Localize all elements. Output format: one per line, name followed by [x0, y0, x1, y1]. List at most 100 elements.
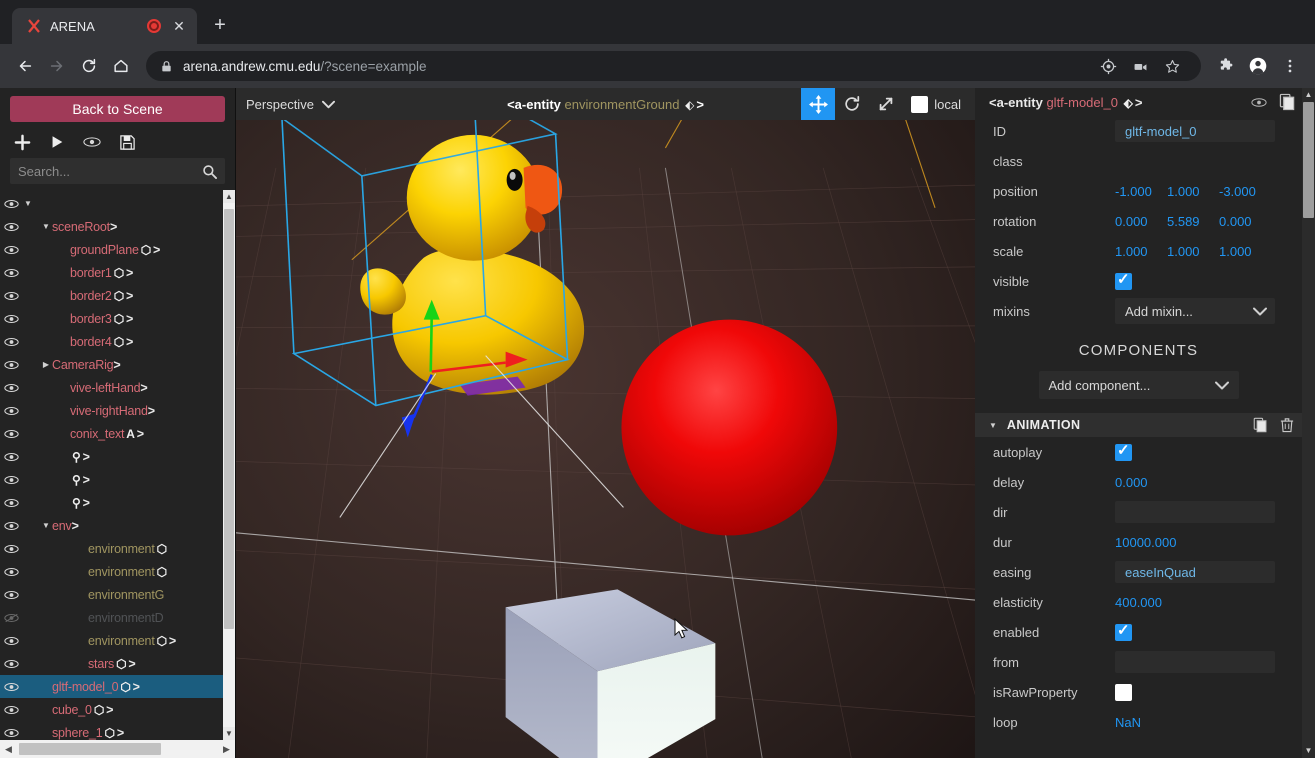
- bookmark-star-icon[interactable]: [1157, 51, 1187, 81]
- visibility-eye-icon[interactable]: [0, 521, 22, 531]
- scroll-up-arrow-icon[interactable]: ▲: [1302, 88, 1315, 102]
- tree-scroll-thumb[interactable]: [224, 209, 234, 629]
- property-vec3-scale[interactable]: 1.000 1.000 1.000: [1115, 244, 1269, 259]
- tree-scroll-track[interactable]: [223, 203, 235, 727]
- tree-item-vive-rightHand[interactable]: vive-rightHand>: [0, 399, 223, 422]
- overflow-menu-icon[interactable]: [1275, 51, 1305, 81]
- visibility-eye-icon[interactable]: [0, 705, 22, 715]
- tree-twisty[interactable]: ▼: [22, 199, 34, 208]
- visibility-eye-icon[interactable]: [0, 268, 22, 278]
- close-icon[interactable]: ✕: [169, 16, 189, 36]
- property-number-delay[interactable]: 0.000: [1115, 475, 1148, 490]
- play-icon[interactable]: [47, 132, 67, 152]
- tree-item-a-light[interactable]: ⚲ >: [0, 468, 223, 491]
- reload-icon[interactable]: [74, 51, 104, 81]
- triangle-down-icon[interactable]: ▼: [989, 421, 997, 430]
- search-row[interactable]: [10, 158, 225, 184]
- tree-item-environment[interactable]: environment ⬡ >: [0, 629, 223, 652]
- property-position-axis-1[interactable]: 1.000: [1167, 184, 1217, 199]
- location-target-icon[interactable]: [1093, 51, 1123, 81]
- property-checkbox-visible[interactable]: [1115, 270, 1132, 290]
- 3d-viewport[interactable]: Perspective <a-entity environmentGround …: [236, 88, 975, 758]
- forward-arrow-icon[interactable]: [42, 51, 72, 81]
- copy-icon[interactable]: [1279, 93, 1296, 111]
- property-checkbox-enabled[interactable]: [1115, 621, 1132, 641]
- tree-item-border1[interactable]: border1 ⬡ >: [0, 261, 223, 284]
- visibility-eye-icon[interactable]: [0, 383, 22, 393]
- gizmo-rotate-button[interactable]: [835, 88, 869, 120]
- copy-icon[interactable]: [1253, 417, 1268, 433]
- tree-item-environment[interactable]: environment ⬡: [0, 560, 223, 583]
- property-checkbox-isRawProperty[interactable]: [1115, 683, 1132, 701]
- browser-tab-arena[interactable]: ARENA ✕: [12, 8, 197, 44]
- property-input-dir[interactable]: [1115, 501, 1275, 523]
- scroll-up-arrow-icon[interactable]: ▲: [223, 190, 235, 203]
- visibility-eye-icon[interactable]: [0, 728, 22, 738]
- tree-item-environmentG[interactable]: environmentG: [0, 583, 223, 606]
- visibility-eye-icon[interactable]: [0, 222, 22, 232]
- 3d-scene-render[interactable]: [236, 88, 975, 758]
- scroll-right-arrow-icon[interactable]: ▶: [218, 744, 235, 755]
- tree-twisty[interactable]: ▼: [40, 222, 52, 231]
- back-arrow-icon[interactable]: [10, 51, 40, 81]
- tree-item-a-entity[interactable]: ▼: [0, 192, 223, 215]
- property-vec3-rotation[interactable]: 0.000 5.589 0.000: [1115, 214, 1269, 229]
- visibility-eye-icon[interactable]: [0, 475, 22, 485]
- visibility-eye-icon[interactable]: [0, 498, 22, 508]
- visibility-eye-icon[interactable]: [0, 590, 22, 600]
- add-component-select[interactable]: Add component...: [1038, 371, 1239, 399]
- tree-item-vive-leftHand[interactable]: vive-leftHand>: [0, 376, 223, 399]
- tree-item-a-light[interactable]: ⚲ >: [0, 491, 223, 514]
- home-icon[interactable]: [106, 51, 136, 81]
- visibility-eye-icon[interactable]: [0, 544, 22, 554]
- new-tab-button[interactable]: +: [205, 11, 235, 41]
- gizmo-translate-button[interactable]: [801, 88, 836, 120]
- tree-item-conix_text[interactable]: conix_text A >: [0, 422, 223, 445]
- tree-hscroll-track[interactable]: [17, 740, 218, 758]
- search-icon[interactable]: [202, 164, 217, 179]
- property-rotation-axis-0[interactable]: 0.000: [1115, 214, 1165, 229]
- scroll-down-arrow-icon[interactable]: ▼: [223, 727, 235, 740]
- eye-icon[interactable]: [1251, 97, 1267, 108]
- inspector-scroll-thumb[interactable]: [1303, 102, 1314, 218]
- tree-item-border2[interactable]: border2 ⬡ >: [0, 284, 223, 307]
- visibility-eye-icon[interactable]: [0, 314, 22, 324]
- tree-item-border3[interactable]: border3 ⬡ >: [0, 307, 223, 330]
- property-position-axis-2[interactable]: -3.000: [1219, 184, 1269, 199]
- visibility-eye-icon[interactable]: [0, 406, 22, 416]
- animation-component-header[interactable]: ▼ ANIMATION: [975, 413, 1302, 437]
- save-icon[interactable]: [117, 132, 137, 152]
- visibility-eye-icon[interactable]: [0, 659, 22, 669]
- property-input-from[interactable]: [1115, 651, 1275, 673]
- scroll-down-arrow-icon[interactable]: ▼: [1302, 744, 1315, 758]
- property-checkbox-autoplay[interactable]: [1115, 441, 1132, 461]
- tree-twisty[interactable]: ▶: [40, 360, 52, 369]
- back-to-scene-button[interactable]: Back to Scene: [10, 96, 225, 122]
- trash-icon[interactable]: [1280, 417, 1294, 433]
- tree-item-a-light[interactable]: ⚲ >: [0, 445, 223, 468]
- property-scale-axis-1[interactable]: 1.000: [1167, 244, 1217, 259]
- tree-item-environmentD[interactable]: environmentD: [0, 606, 223, 629]
- eye-icon[interactable]: [82, 132, 102, 152]
- tree-item-environment[interactable]: environment ⬡: [0, 537, 223, 560]
- tree-item-stars[interactable]: stars ⬡ >: [0, 652, 223, 675]
- add-icon[interactable]: [12, 132, 32, 152]
- tree-twisty[interactable]: ▼: [40, 521, 52, 530]
- tree-item-border4[interactable]: border4 ⬡ >: [0, 330, 223, 353]
- visibility-eye-icon[interactable]: [0, 245, 22, 255]
- property-number-loop[interactable]: NaN: [1115, 715, 1141, 730]
- profile-avatar-icon[interactable]: [1243, 51, 1273, 81]
- property-number-elasticity[interactable]: 400.000: [1115, 595, 1162, 610]
- visibility-eye-icon[interactable]: [0, 567, 22, 577]
- inspector-scrollbar[interactable]: ▲ ▼: [1302, 88, 1315, 758]
- tree-item-groundPlane[interactable]: groundPlane ⬡ >: [0, 238, 223, 261]
- local-space-toggle[interactable]: local: [903, 95, 975, 113]
- tree-item-sceneRoot[interactable]: ▼ sceneRoot>: [0, 215, 223, 238]
- tree-horizontal-scrollbar[interactable]: ◀ ▶: [0, 740, 235, 758]
- property-scale-axis-0[interactable]: 1.000: [1115, 244, 1165, 259]
- property-input-easing[interactable]: easeInQuad: [1115, 561, 1275, 583]
- visibility-eye-icon[interactable]: [0, 337, 22, 347]
- visibility-eye-icon[interactable]: [0, 452, 22, 462]
- scroll-left-arrow-icon[interactable]: ◀: [0, 744, 17, 755]
- visibility-eye-icon[interactable]: [0, 360, 22, 370]
